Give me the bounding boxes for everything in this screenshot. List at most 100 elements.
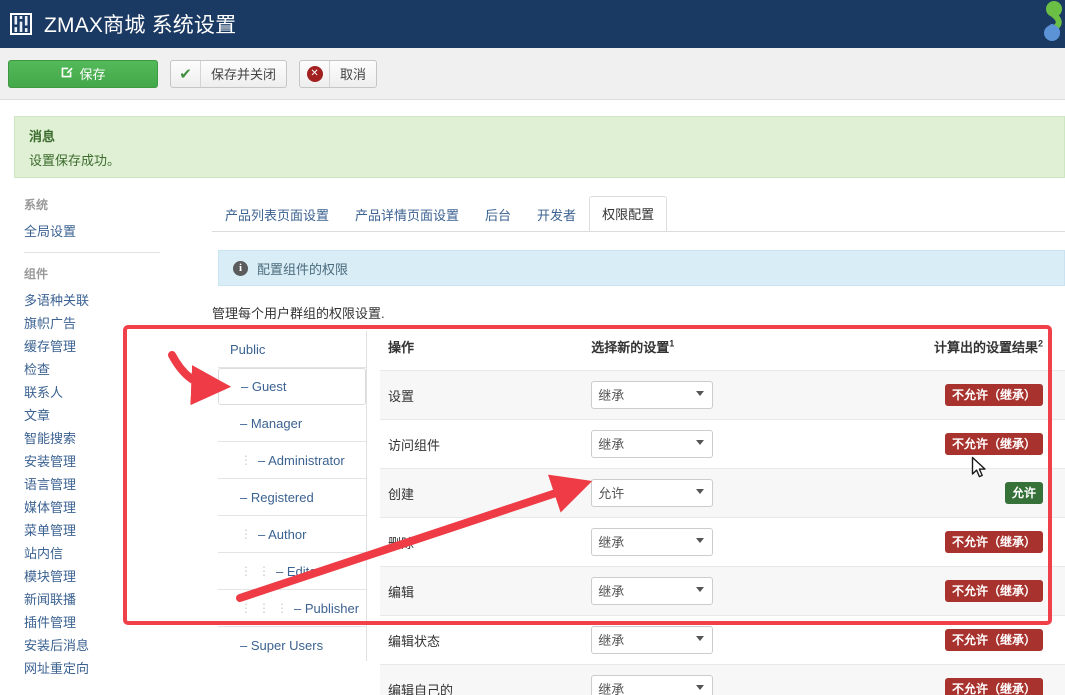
group-item-administrator[interactable]: ⋮ – Administrator [218, 442, 366, 479]
row-action-label: 删除 [380, 517, 584, 567]
save-button-label: 保存 [79, 67, 106, 82]
group-label: – Registered [240, 489, 314, 505]
setting-select-3[interactable]: 继承 [591, 528, 714, 556]
setting-select-wrapper[interactable]: 继承 [591, 577, 714, 605]
sidebar-item-global-settings[interactable]: 全局设置 [24, 220, 160, 243]
toolbar: 保存 ✔ 保存并关闭 ✕ 取消 [0, 48, 1065, 100]
table-row: 编辑状态 继承 不允许（继承） [380, 615, 1065, 665]
tab-product-list-page[interactable]: 产品列表页面设置 [212, 197, 342, 232]
setting-select-6[interactable]: 继承 [591, 675, 714, 695]
tab-permissions[interactable]: 权限配置 [589, 196, 668, 232]
tab-developer[interactable]: 开发者 [524, 197, 589, 232]
sidebar-item-0[interactable]: 多语种关联 [24, 289, 160, 312]
sidebar-item-5[interactable]: 文章 [24, 404, 160, 427]
group-item-manager[interactable]: – Manager [218, 405, 366, 442]
group-item-public[interactable]: Public [218, 331, 366, 368]
setting-select-wrapper[interactable]: 继承 [591, 528, 714, 556]
sidebar-item-15[interactable]: 安装后消息 [24, 634, 160, 657]
sidebar-item-3[interactable]: 检查 [24, 358, 160, 381]
tree-guide-icon: ⋮ [258, 601, 270, 615]
row-setting-cell: 允许 [583, 468, 926, 518]
group-label: – Super Users [240, 638, 324, 653]
sidebar: 系统 全局设置 组件 多语种关联 旗帜广告 缓存管理 检查 联系人 文章 智能搜… [24, 196, 160, 680]
sidebar-item-8[interactable]: 语言管理 [24, 473, 160, 496]
tree-guide-icon: ⋮ [240, 564, 252, 578]
tree-guide-icon: ⋮ [258, 564, 270, 578]
table-row: 编辑自己的 继承 不允许（继承） [380, 664, 1065, 695]
cancel-label: 取消 [340, 67, 367, 82]
section-description: 管理每个用户群组的权限设置. [212, 306, 385, 321]
page-title: ZMAX商城 系统设置 [44, 14, 237, 37]
setting-select-wrapper[interactable]: 继承 [591, 626, 714, 654]
save-button[interactable]: 保存 [8, 59, 158, 88]
tree-guide-icon: ⋮ [240, 601, 252, 615]
check-icon: ✔ [171, 60, 201, 87]
setting-select-5[interactable]: 继承 [591, 626, 714, 654]
setting-select-wrapper[interactable]: 允许 [591, 479, 714, 507]
group-label: – Administrator [258, 452, 345, 468]
row-result-cell: 允许 [925, 468, 1065, 518]
group-item-editor[interactable]: ⋮ ⋮ – Editor [218, 553, 366, 590]
sidebar-group-title: 系统 [24, 198, 49, 212]
group-item-author[interactable]: ⋮ – Author [218, 516, 366, 553]
group-item-guest[interactable]: – Guest [218, 368, 366, 405]
group-label: – Publisher [294, 600, 360, 616]
table-row: 删除 继承 不允许（继承） [380, 517, 1065, 567]
table-row: 访问组件 继承 不允许（继承） [380, 419, 1065, 469]
sidebar-item-2[interactable]: 缓存管理 [24, 335, 160, 358]
sidebar-item-1[interactable]: 旗帜广告 [24, 312, 160, 335]
row-result-cell: 不允许（继承） [925, 664, 1065, 695]
group-item-registered[interactable]: – Registered [218, 479, 366, 516]
setting-select-wrapper[interactable]: 继承 [591, 381, 714, 409]
permissions-table-body: 设置 继承 不允许（继承） 访问组件 继承 不允许（继承） 创建 允许 允许 删… [380, 370, 1065, 695]
row-setting-cell: 继承 [583, 615, 926, 665]
setting-select-4[interactable]: 继承 [591, 577, 714, 605]
table-row: 设置 继承 不允许（继承） [380, 370, 1065, 420]
app-header: ZMAX商城 系统设置 [0, 0, 1065, 48]
setting-select-wrapper[interactable]: 继承 [591, 430, 714, 458]
sidebar-item-9[interactable]: 媒体管理 [24, 496, 160, 519]
group-item-publisher[interactable]: ⋮ ⋮ ⋮ – Publisher [218, 590, 366, 627]
setting-select-2[interactable]: 允许 [591, 479, 714, 507]
edit-square-icon [60, 66, 74, 82]
group-label: – Author [258, 526, 307, 542]
row-result-cell: 不允许（继承） [925, 419, 1065, 469]
tree-guide-icon: ⋮ [240, 527, 252, 541]
header-setting: 选择新的设置1 [583, 331, 926, 371]
cancel-button[interactable]: ✕ 取消 [299, 59, 378, 88]
sidebar-item-14[interactable]: 插件管理 [24, 611, 160, 634]
sidebar-item-7[interactable]: 安装管理 [24, 450, 160, 473]
header-result: 计算出的设置结果2 [926, 331, 1065, 371]
sidebar-item-6[interactable]: 智能搜索 [24, 427, 160, 450]
sidebar-group-system: 系统 全局设置 [24, 196, 160, 243]
status-badge: 不允许（继承） [944, 580, 1043, 602]
sidebar-item-10[interactable]: 菜单管理 [24, 519, 160, 542]
save-and-close-button[interactable]: ✔ 保存并关闭 [170, 59, 288, 88]
status-badge: 不允许（继承） [944, 629, 1043, 651]
status-badge: 允许 [1004, 482, 1043, 504]
sidebar-item-4[interactable]: 联系人 [24, 381, 160, 404]
setting-select-1[interactable]: 继承 [591, 430, 714, 458]
group-label: – Guest [241, 379, 287, 394]
sidebar-item-11[interactable]: 站内信 [24, 542, 160, 565]
info-banner-text: 配置组件的权限 [257, 261, 349, 277]
group-label: – Editor [276, 563, 321, 579]
row-setting-cell: 继承 [583, 370, 926, 420]
row-result-cell: 不允许（继承） [925, 615, 1065, 665]
sidebar-item-12[interactable]: 模块管理 [24, 565, 160, 588]
setting-select-wrapper[interactable]: 继承 [591, 675, 714, 695]
group-item-super-users[interactable]: – Super Users [218, 627, 366, 664]
message-title: 消息 [29, 129, 56, 144]
tab-product-detail-page[interactable]: 产品详情页面设置 [342, 197, 472, 232]
tab-bar: 产品列表页面设置 产品详情页面设置 后台 开发者 权限配置 [212, 196, 1065, 232]
sidebar-item-13[interactable]: 新闻联播 [24, 588, 160, 611]
row-setting-cell: 继承 [583, 517, 926, 567]
tab-backend[interactable]: 后台 [472, 197, 524, 232]
tab-underline [212, 231, 1065, 232]
row-action-label: 编辑 [380, 566, 584, 616]
setting-select-0[interactable]: 继承 [591, 381, 714, 409]
x-circle-icon: ✕ [300, 60, 331, 87]
header-result-sup: 2 [1037, 338, 1043, 349]
sidebar-item-16[interactable]: 网址重定向 [24, 657, 160, 680]
info-banner: i 配置组件的权限 [218, 250, 1065, 286]
